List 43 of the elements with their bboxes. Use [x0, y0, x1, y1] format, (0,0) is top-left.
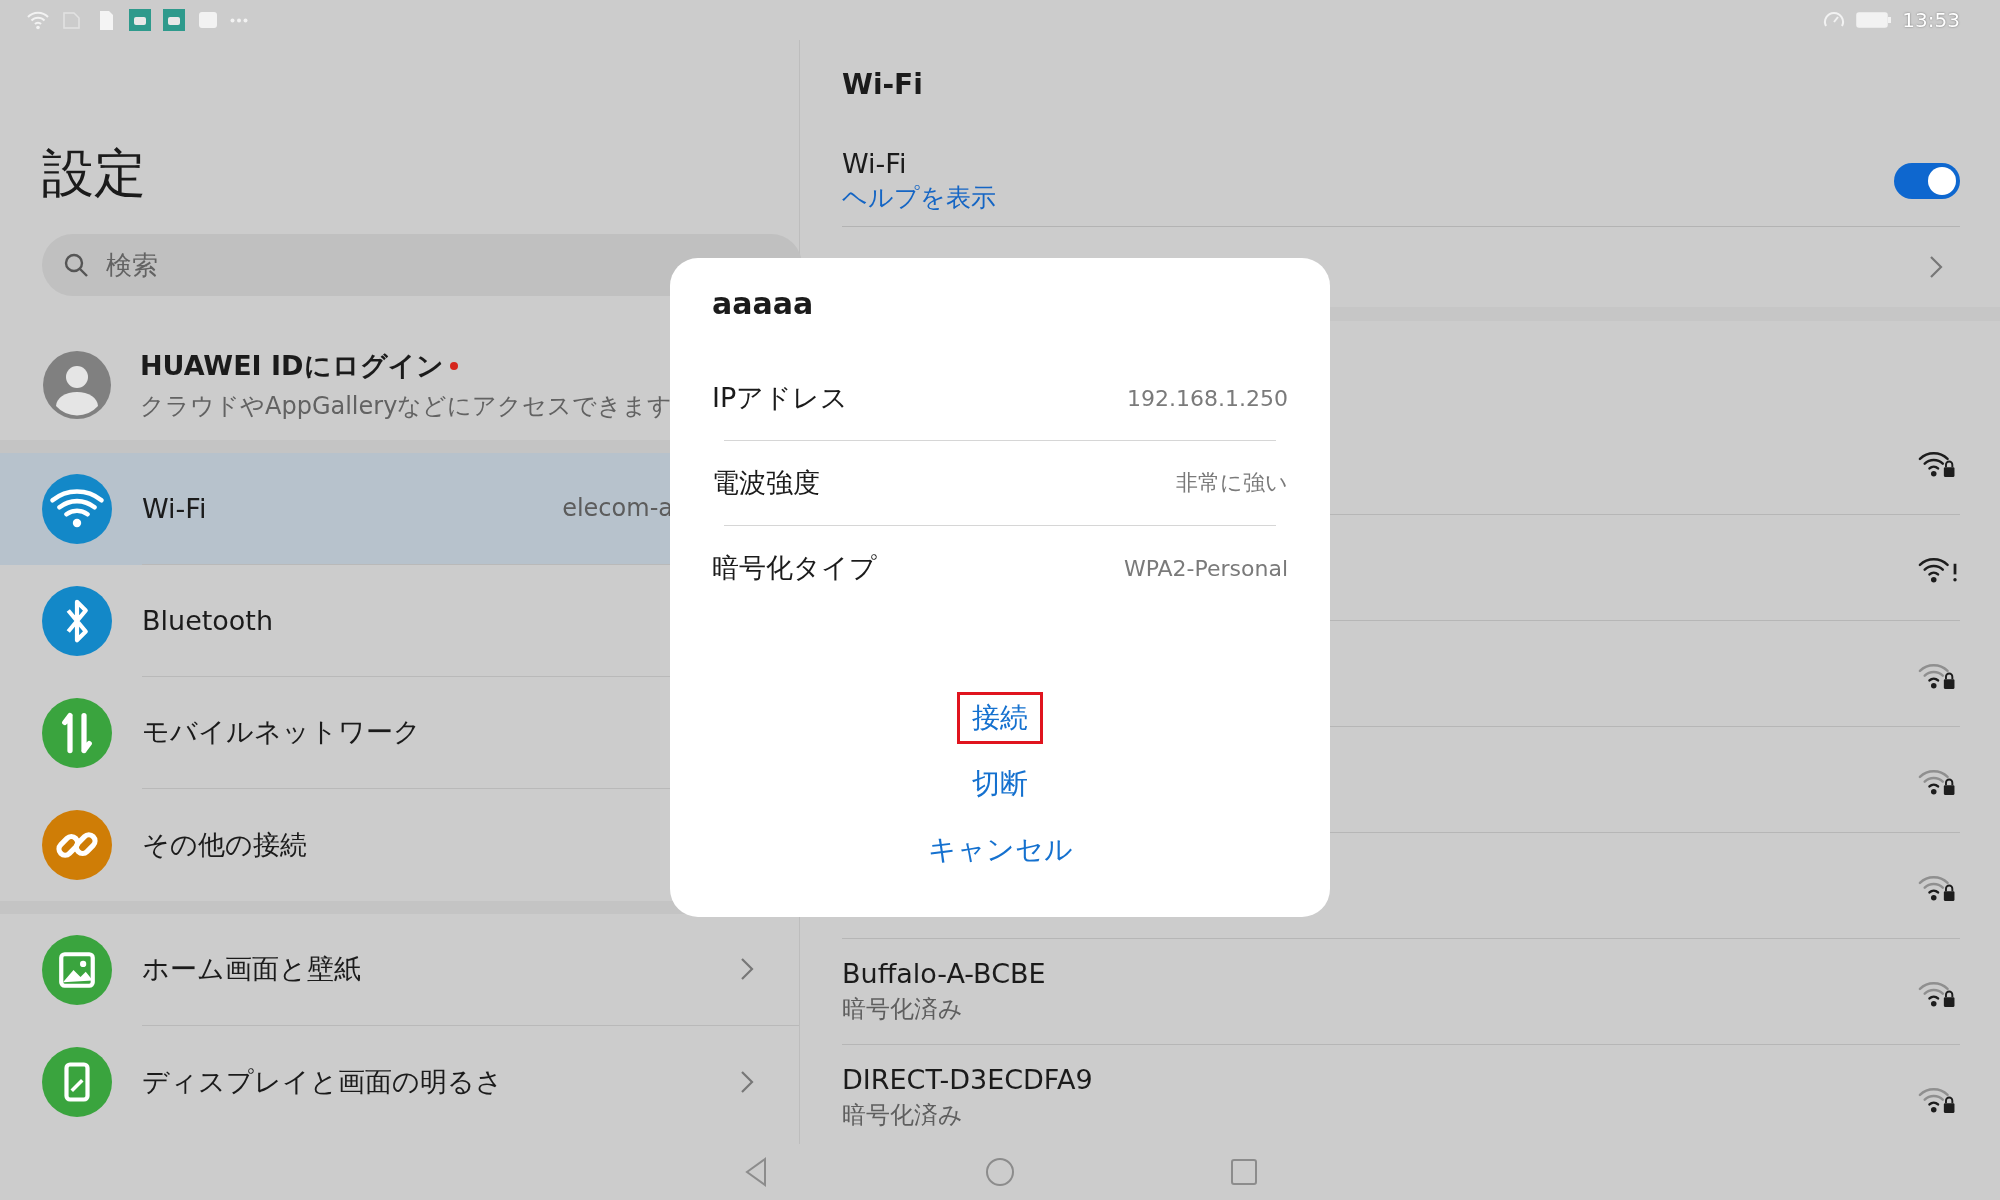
dialog-button[interactable]: キャンセル	[912, 824, 1088, 876]
avatar-icon[interactable]	[42, 349, 112, 420]
network-status: 暗号化済み	[842, 994, 964, 1025]
detail-label: IPアドレス	[712, 381, 849, 415]
network-name[interactable]: DIRECT-D3ECDFA9	[842, 1064, 1916, 1095]
mail-icon	[196, 9, 220, 31]
robot-icon	[162, 9, 186, 31]
dialog-button[interactable]: 切断	[957, 758, 1043, 810]
item-label: ホーム画面と壁紙	[142, 952, 362, 987]
item-label: Wi-Fi	[142, 492, 208, 524]
help-link[interactable]: ヘルプを表示	[842, 181, 996, 214]
wifi-label: Wi-Fi	[842, 148, 908, 179]
item-label: その他の接続	[142, 827, 308, 862]
bluetooth-icon	[42, 585, 112, 656]
image-icon	[42, 934, 112, 1005]
detail-value: 非常に強い	[1176, 469, 1288, 497]
wifi-icon	[26, 9, 50, 31]
mobile-icon	[42, 697, 112, 768]
wifi-switch[interactable]	[1894, 163, 1960, 199]
item-value: elecom-a	[562, 494, 673, 523]
network-name[interactable]: Buffalo-A-BCBE	[842, 958, 1916, 989]
network-status: 暗号化済み	[842, 1100, 964, 1131]
account-title[interactable]: HUAWEI IDにログイン	[140, 347, 444, 384]
robot-icon	[128, 9, 152, 31]
link-icon	[42, 809, 112, 880]
dialog-button[interactable]: 接続	[957, 692, 1043, 744]
battery-icon	[1856, 11, 1893, 29]
settings-item[interactable]: ディスプレイと画面の明るさ	[0, 1025, 799, 1138]
panel-title: Wi-Fi	[841, 67, 924, 103]
page-title: 設定	[42, 142, 146, 205]
more-icon	[230, 17, 248, 23]
detail-value: 192.168.1.250	[1127, 385, 1288, 411]
display-icon	[42, 1046, 112, 1117]
settings-item[interactable]: その他の接続	[0, 788, 799, 901]
account-subtitle: クラウドやAppGalleryなどにアクセスできます	[140, 390, 673, 422]
wifi-icon	[42, 473, 112, 544]
item-label: モバイルネットワーク	[142, 715, 422, 750]
detail-value: WPA2-Personal	[1123, 555, 1288, 581]
home-icon[interactable]	[983, 1155, 1017, 1189]
item-label: Bluetooth	[142, 604, 275, 636]
chevron-icon[interactable]	[1928, 254, 1944, 280]
item-label: ディスプレイと画面の明るさ	[142, 1064, 504, 1099]
search-field[interactable]: 検索	[42, 233, 802, 296]
